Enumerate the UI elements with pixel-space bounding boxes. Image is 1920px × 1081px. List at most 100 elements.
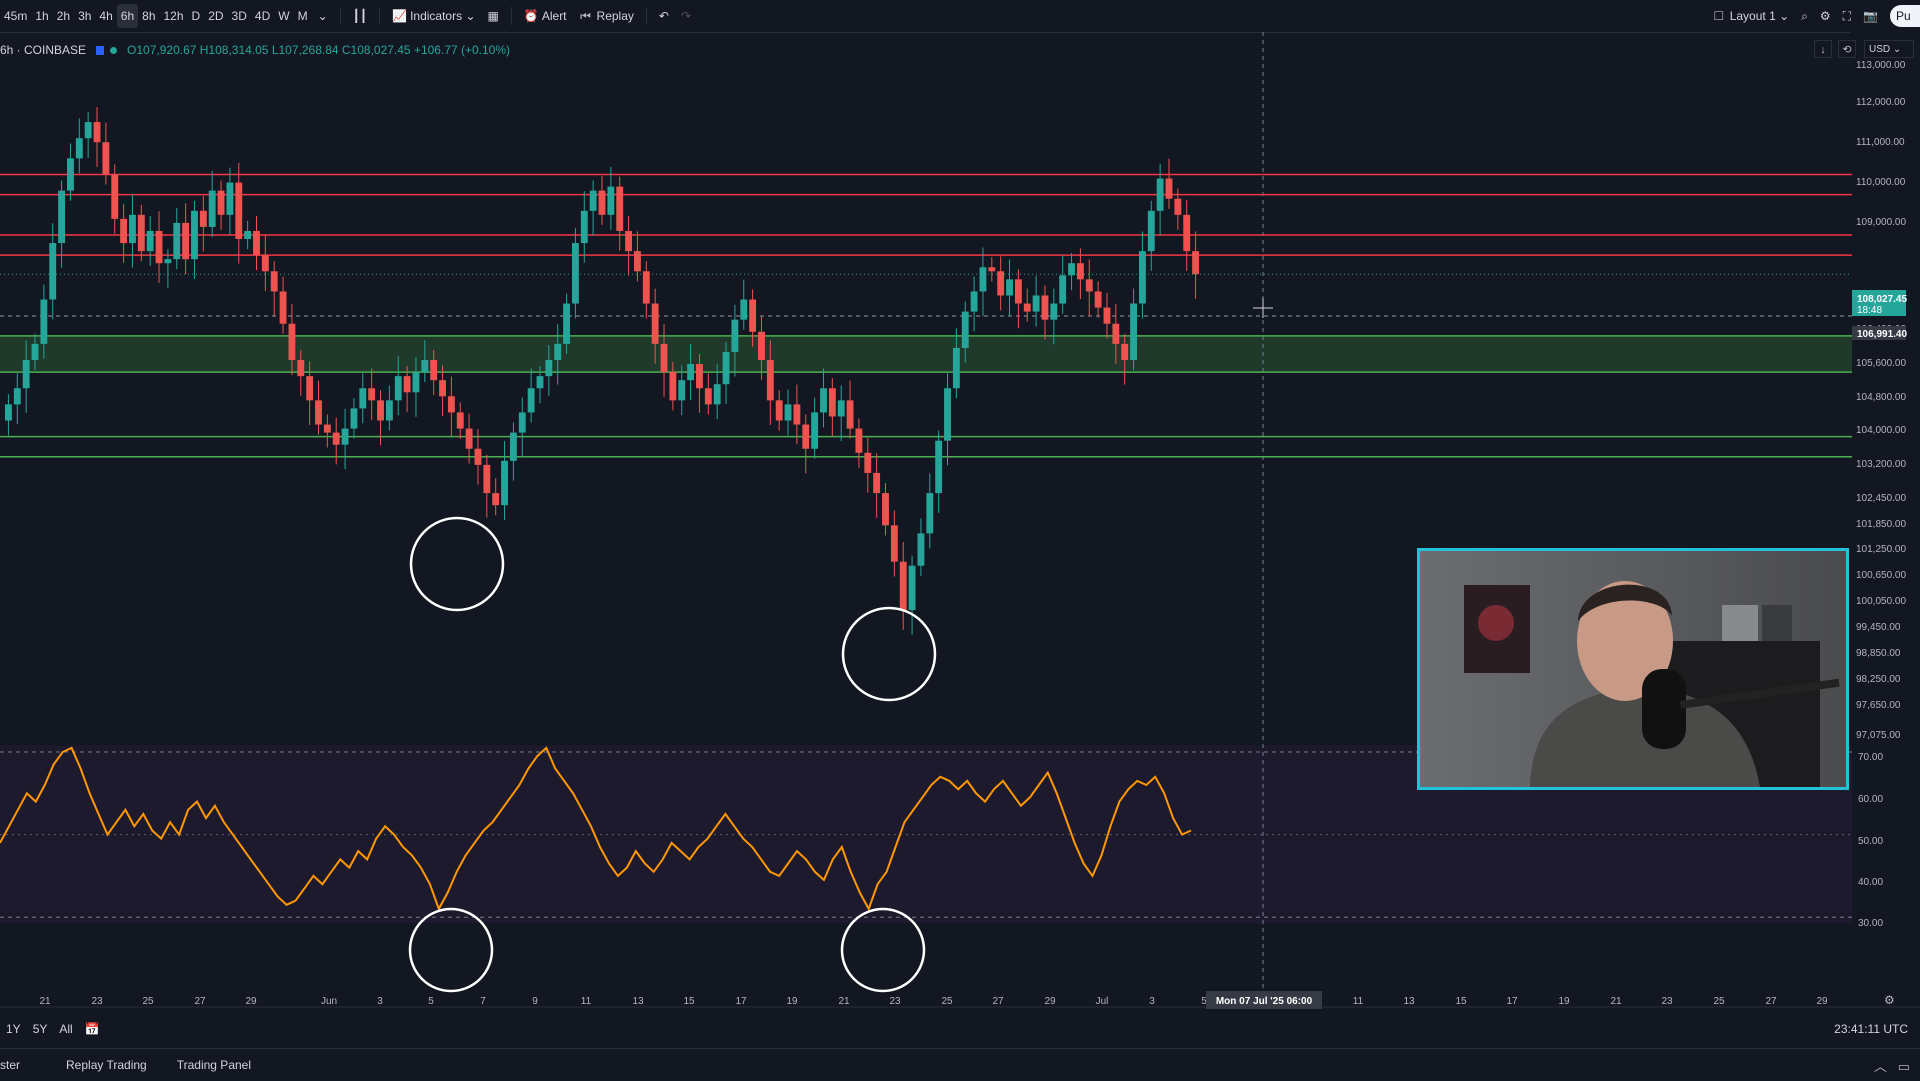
time-tick-label: 7 [480,996,486,1007]
calendar-icon[interactable]: 📅 [79,1022,106,1036]
candle-body [456,412,464,429]
crosshair-time-label: Mon 07 Jul '25 06:00 [1216,996,1313,1007]
candle-body [864,452,872,473]
interval-6h[interactable]: 6h [116,4,139,28]
range-all[interactable]: All [53,1022,78,1036]
candle-body [199,210,207,227]
undo-icon[interactable]: ↶ [653,4,675,28]
settings-gear-icon[interactable]: ⚙ [1814,4,1837,28]
publish-button[interactable]: Pu [1890,5,1920,27]
interval-M[interactable]: M [294,4,312,28]
rsi-tick-label: 30.00 [1858,918,1883,929]
candle-body [873,472,881,494]
replay-button[interactable]: ⏮ Replay [573,4,640,28]
currency-select[interactable]: USD ⌄ [1864,40,1914,58]
interval-4h[interactable]: 4h [95,4,116,28]
candle-body [784,404,792,421]
time-tick-label: 15 [683,996,695,1007]
candle-body [1156,178,1164,211]
candle-body [1085,279,1093,292]
price-chart[interactable]: 113,000.00 112,000.00 111,000.00 110,000.00… [0,32,1920,1020]
candle-body [997,271,1005,296]
range-5y[interactable]: 5Y [27,1022,54,1036]
candle-body [226,182,234,215]
candle-body [1130,303,1137,361]
time-tick-label: 11 [581,996,592,1007]
interval-dropdown-icon[interactable]: ⌄ [312,4,334,28]
price-tick-label: 98,850.00 [1856,648,1901,659]
candle-body [474,448,482,465]
interval-3D[interactable]: 3D [228,4,251,28]
candle-body [84,122,92,139]
time-tick-label: 21 [39,996,51,1007]
interval-3h[interactable]: 3h [74,4,95,28]
candle-body [952,347,960,389]
crosshair-price-label: 106,991.40 [1857,329,1907,340]
time-tick-label: 15 [1455,996,1467,1007]
interval-W[interactable]: W [274,4,293,28]
collapse-up-icon[interactable]: ︿ [1874,1059,1887,1074]
time-tick-label: 17 [735,996,747,1007]
candle-body [1192,251,1199,275]
tab-trading-panel[interactable]: Trading Panel [165,1058,269,1072]
time-tick-label: 13 [632,996,644,1007]
currency-label: USD [1869,44,1891,55]
chart-type-icon[interactable]: ┃┃ [347,4,373,28]
redo-icon[interactable]: ↷ [675,4,697,28]
interval-4D[interactable]: 4D [251,4,274,28]
tab-screener[interactable]: ster [0,1058,38,1072]
interval-D[interactable]: D [188,4,205,28]
indicators-label: Indicators [410,9,463,23]
candle-body [341,428,349,445]
candle-body [173,222,181,260]
candle-body [616,186,624,231]
quick-search-icon[interactable]: ⌕ [1795,4,1814,28]
time-tick-label: 29 [1044,996,1056,1007]
alert-button[interactable]: ⏰ Alert [518,4,573,28]
last-price-label: 108,027.45 [1857,294,1907,305]
candle-body [306,376,314,401]
candle-body [589,190,597,211]
indicators-button[interactable]: 📈 Indicators ⌄ [386,4,481,28]
interval-12h[interactable]: 12h [160,4,188,28]
price-tick-label: 97,650.00 [1856,700,1901,711]
interval-45m[interactable]: 45m [0,4,31,28]
candle-body [164,259,172,264]
auto-scale-icon[interactable]: ⟲ [1838,40,1856,58]
candle-body [1014,279,1022,304]
range-1y[interactable]: 1Y [0,1022,27,1036]
interval-2h[interactable]: 2h [53,4,74,28]
countdown-label: 18:48 [1857,305,1882,316]
layout-button[interactable]: ☐ Layout 1 ⌄ [1706,4,1795,28]
candle-body [518,412,526,433]
candle-body [492,493,500,506]
time-tick-label: 13 [1403,996,1415,1007]
candle-body [49,243,57,300]
fullscreen-icon[interactable]: ⛶ [1837,4,1857,28]
candle-body [775,400,783,421]
clock-utc[interactable]: 23:41:11 UTC [1834,1022,1908,1036]
interval-8h[interactable]: 8h [138,4,159,28]
candle-body [563,303,570,344]
maximize-panel-icon[interactable]: ▭ [1898,1059,1910,1074]
price-tick-label: 113,000.00 [1856,60,1906,71]
candle-body [430,360,438,381]
candle-body [634,251,641,272]
time-tick-label: 27 [992,996,1004,1007]
candle-body [315,400,322,425]
interval-1h[interactable]: 1h [31,4,52,28]
time-tick-label: 5 [428,996,434,1007]
candle-body [403,376,411,393]
candle-body [696,364,703,389]
candle-body [509,432,517,461]
time-tick-label: Jul [1096,996,1109,1007]
templates-icon[interactable]: ▦ [482,4,505,28]
camera-icon[interactable]: 📷 [1857,4,1884,28]
candle-body [828,388,836,417]
tab-replay-trading[interactable]: Replay Trading [38,1058,165,1072]
price-tick-label: 103,200.00 [1856,459,1906,470]
interval-2D[interactable]: 2D [204,4,227,28]
candle-body [208,190,216,227]
scroll-down-icon[interactable]: ↓ [1814,40,1832,58]
time-tick-label: 29 [1816,996,1828,1007]
